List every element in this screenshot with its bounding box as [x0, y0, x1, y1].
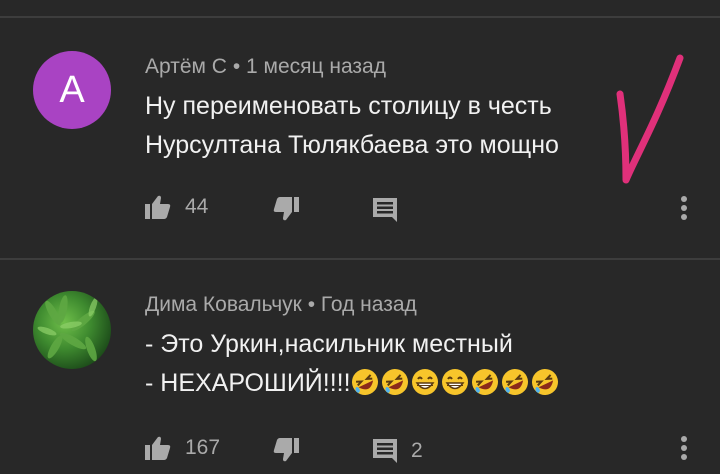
avatar[interactable]: А — [33, 51, 111, 129]
comment-line: Ну переименовать столицу в честь — [145, 92, 552, 120]
comment-meta: Артём С • 1 месяц назад — [145, 55, 386, 79]
more-dot — [681, 196, 687, 202]
rofl-emoji — [381, 369, 408, 395]
reply-button[interactable] — [373, 198, 397, 222]
handwritten-mark-icon — [616, 54, 684, 184]
dislike-button[interactable] — [273, 197, 299, 221]
thumbs-down-icon — [273, 438, 299, 462]
like-button[interactable]: 167 — [145, 436, 220, 460]
reply-comment-icon — [373, 198, 397, 222]
grin-emoji — [441, 369, 468, 395]
like-button[interactable]: 44 — [145, 195, 208, 219]
meta-separator: • — [232, 55, 241, 78]
leaf-avatar-image — [37, 295, 98, 362]
avatar-letter: А — [59, 68, 85, 111]
more-dot — [681, 436, 687, 442]
more-dot — [681, 205, 687, 211]
more-dot — [681, 445, 687, 451]
comment-age[interactable]: Год назад — [321, 293, 417, 316]
more-options-button[interactable] — [675, 434, 695, 474]
comment-line: - Это Уркин,насильник местный — [145, 330, 513, 358]
comment-age[interactable]: 1 месяц назад — [246, 55, 386, 78]
author-name[interactable]: Артём С — [145, 55, 227, 78]
comment-actions: 44 — [145, 189, 705, 229]
rofl-emoji — [471, 369, 498, 395]
reply-button[interactable]: 2 — [373, 439, 423, 463]
comment-line: Нурсултана Тюлякбаева это мощно — [145, 131, 559, 159]
meta-separator: • — [307, 293, 316, 316]
reply-comment-icon — [373, 439, 397, 463]
comment-text: - Это Уркин,насильник местный - НЕХАРОШИ… — [145, 325, 561, 403]
comment-actions: 167 2 — [145, 430, 705, 470]
thumbs-up-icon — [145, 195, 171, 219]
avatar[interactable] — [33, 291, 111, 369]
reply-count: 2 — [411, 439, 423, 462]
divider-top — [0, 16, 720, 18]
rofl-emoji — [531, 369, 558, 395]
like-count: 44 — [185, 195, 209, 218]
author-name[interactable]: Дима Ковальчук — [145, 293, 302, 316]
grin-emoji — [411, 369, 438, 395]
comment-line: - НЕХАРОШИЙ!!!! — [145, 369, 351, 397]
like-count: 167 — [185, 436, 221, 459]
comment-text: Ну переименовать столицу в честь Нурсулт… — [145, 87, 559, 165]
thumbs-up-icon — [145, 436, 171, 460]
thumbs-down-icon — [273, 197, 299, 221]
dislike-button[interactable] — [273, 438, 299, 462]
rofl-emoji — [501, 369, 528, 395]
more-options-button[interactable] — [675, 194, 695, 234]
emoji-row — [351, 369, 561, 397]
comment-meta: Дима Ковальчук • Год назад — [145, 293, 417, 317]
more-dot — [681, 214, 687, 220]
divider-middle — [0, 258, 720, 260]
comment-line-with-emoji: - НЕХАРОШИЙ!!!! — [145, 364, 561, 403]
rofl-emoji — [351, 369, 378, 395]
more-dot — [681, 454, 687, 460]
